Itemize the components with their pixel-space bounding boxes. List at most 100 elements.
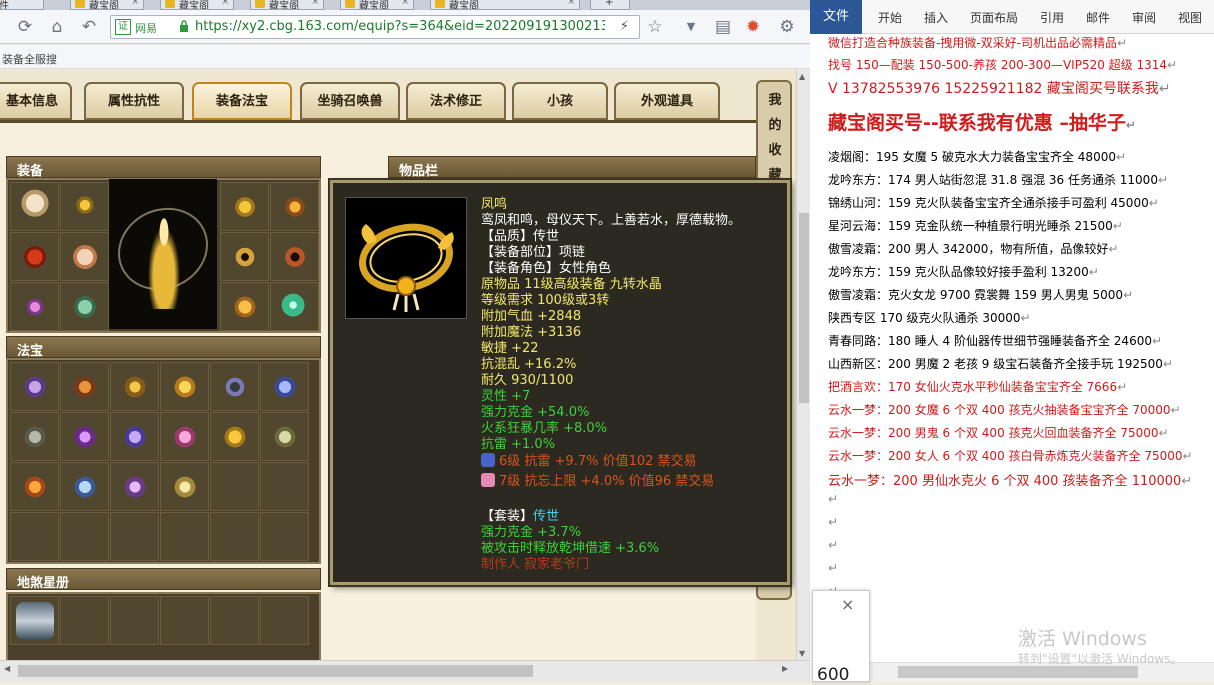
doc-line: 星河云海：159 克金队统一种植景行明光睡杀 21500↵ (828, 217, 1123, 234)
magic-slot[interactable] (10, 362, 59, 411)
ribbon-tab-review[interactable]: 审阅 (1132, 9, 1156, 26)
ribbon-tab-references[interactable]: 引用 (1040, 9, 1064, 26)
equip-slot-hat[interactable] (10, 182, 59, 231)
browser-tab[interactable]: 藏宝阁 × (70, 0, 144, 10)
magic-slot-empty[interactable] (210, 512, 259, 561)
star-book-slot-empty[interactable] (60, 596, 109, 645)
ribbon-tab-home[interactable]: 开始 (878, 9, 902, 26)
bookmark-star-icon[interactable]: ☆ (644, 16, 666, 38)
magic-slot[interactable] (160, 412, 209, 461)
equip-slot-orb[interactable] (270, 282, 319, 331)
magic-slot-empty[interactable] (160, 512, 209, 561)
tab-close-icon[interactable]: × (567, 0, 575, 7)
tab-children[interactable]: 小孩 (512, 82, 608, 120)
ribbon-tab-mailings[interactable]: 邮件 (1086, 9, 1110, 26)
equip-slot-charm[interactable] (220, 282, 269, 331)
scrollbar-thumb[interactable] (898, 666, 1138, 678)
browser-tab[interactable]: 藏宝阁 × (160, 0, 234, 10)
magic-slot[interactable] (10, 412, 59, 461)
ribbon-file-tab[interactable]: 文件 (810, 0, 862, 34)
equip-slot-belt[interactable] (220, 182, 269, 231)
magic-slot-empty[interactable] (260, 512, 309, 561)
star-book-grid (6, 592, 321, 660)
bookmark-link[interactable]: 装备全服搜 (0, 53, 57, 66)
equip-slot-bracelet[interactable] (270, 232, 319, 281)
magic-slot-empty[interactable] (210, 462, 259, 511)
equip-slot-accessory[interactable] (10, 282, 59, 331)
tab-close-icon[interactable]: × (311, 0, 319, 7)
ribbon-tab-insert[interactable]: 插入 (924, 9, 948, 26)
magic-slot[interactable] (60, 412, 109, 461)
magic-slot-empty[interactable] (60, 512, 109, 561)
magic-slot[interactable] (110, 412, 159, 461)
magic-slot-empty[interactable] (260, 462, 309, 511)
page-menu-icon[interactable]: ▤ (712, 16, 734, 38)
undo-close-icon[interactable]: ↶ (78, 16, 100, 38)
tab-spell-correction[interactable]: 法术修正 (406, 82, 506, 120)
item-extra-stat: 火系狂暴几率 +8.0% (481, 421, 608, 436)
lightning-icon[interactable]: ⚡ (620, 19, 629, 34)
magic-slot[interactable] (210, 362, 259, 411)
home-icon[interactable]: ⌂ (46, 16, 68, 38)
browser-tab-active[interactable]: 藏宝阁 × (430, 0, 580, 10)
browser-tab[interactable]: 文件 (0, 0, 44, 10)
scroll-right-icon[interactable]: ▶ (782, 664, 788, 673)
magic-slot[interactable] (160, 462, 209, 511)
ribbon-tab-layout[interactable]: 页面布局 (970, 9, 1018, 26)
magic-slot-empty[interactable] (110, 512, 159, 561)
equip-slot-armor[interactable] (60, 232, 109, 281)
equip-slot-weapon[interactable] (10, 232, 59, 281)
star-book-slot[interactable] (10, 596, 59, 645)
magic-slot-empty[interactable] (10, 512, 59, 561)
new-tab-button[interactable]: + (590, 0, 630, 10)
game-extension-icon[interactable]: ✹ (742, 16, 764, 38)
doc-line: 找号 150—配装 150-500-养孩 200-300—VIP520 超级 1… (828, 56, 1177, 73)
horizontal-scrollbar[interactable]: ◀ ▶ (0, 660, 810, 682)
scroll-left-icon[interactable]: ◀ (4, 664, 10, 673)
crystal-icon (66, 468, 104, 506)
tab-close-icon[interactable]: × (221, 0, 229, 7)
close-icon[interactable]: × (841, 595, 854, 614)
ribbon-tab-view[interactable]: 视图 (1178, 9, 1202, 26)
magic-slot[interactable] (110, 462, 159, 511)
star-book-slot-empty[interactable] (160, 596, 209, 645)
equip-slot-necklace[interactable] (60, 182, 109, 231)
address-bar[interactable]: 证 网易 https://xy2.cbg.163.com/equip?s=364… (110, 15, 640, 39)
equip-slot-pendant[interactable] (270, 182, 319, 231)
star-book-slot-empty[interactable] (110, 596, 159, 645)
magic-slot[interactable] (60, 462, 109, 511)
tab-close-icon[interactable]: × (131, 0, 139, 7)
magic-slot[interactable] (260, 362, 309, 411)
magic-slot[interactable] (10, 462, 59, 511)
address-dropdown-icon[interactable]: ▼ (680, 16, 702, 38)
browser-tab[interactable]: 藏宝阁 × (250, 0, 324, 10)
equip-slot-boots[interactable] (60, 282, 109, 331)
star-book-slot-empty[interactable] (210, 596, 259, 645)
magic-slot[interactable] (160, 362, 209, 411)
equip-slot-ring[interactable] (220, 232, 269, 281)
magic-header: 法宝 (6, 336, 321, 359)
tab-mounts-pets[interactable]: 坐骑召唤兽 (300, 82, 400, 120)
magic-slot[interactable] (60, 362, 109, 411)
scrollbar-thumb[interactable] (799, 213, 809, 403)
url-text[interactable]: https://xy2.cbg.163.com/equip?s=364&eid=… (195, 19, 605, 34)
tab-basic-info[interactable]: 基本信息 (0, 82, 72, 120)
document-body[interactable]: 微信打造合种族装备-拽用微-双采好-司机出品必需精品↵ 找号 150—配装 15… (828, 34, 1214, 660)
tab-equipment[interactable]: 装备法宝 (192, 82, 292, 120)
panel-title: 法宝 (17, 344, 44, 359)
magic-slot[interactable] (260, 412, 309, 461)
refresh-icon[interactable]: ⟳ (14, 16, 36, 38)
magic-slot[interactable] (110, 362, 159, 411)
doc-text: 山西新区：200 男魔 2 老孩 9 级宝石装备齐全接手玩 192500 (828, 357, 1163, 371)
tab-attributes[interactable]: 属性抗性 (84, 82, 184, 120)
magic-slot[interactable] (210, 412, 259, 461)
star-book-slot-empty[interactable] (260, 596, 309, 645)
tools-wrench-icon[interactable]: ⚙ (776, 16, 798, 38)
tab-appearance[interactable]: 外观道具 (614, 82, 720, 120)
scroll-up-icon[interactable]: ▲ (799, 72, 805, 81)
browser-tab[interactable]: 藏宝阁 × (340, 0, 414, 10)
scrollbar-thumb[interactable] (18, 665, 533, 677)
tab-close-icon[interactable]: × (401, 0, 409, 7)
scroll-down-icon[interactable]: ▼ (799, 649, 805, 658)
vertical-scrollbar[interactable]: ▲ ▼ (796, 70, 810, 660)
